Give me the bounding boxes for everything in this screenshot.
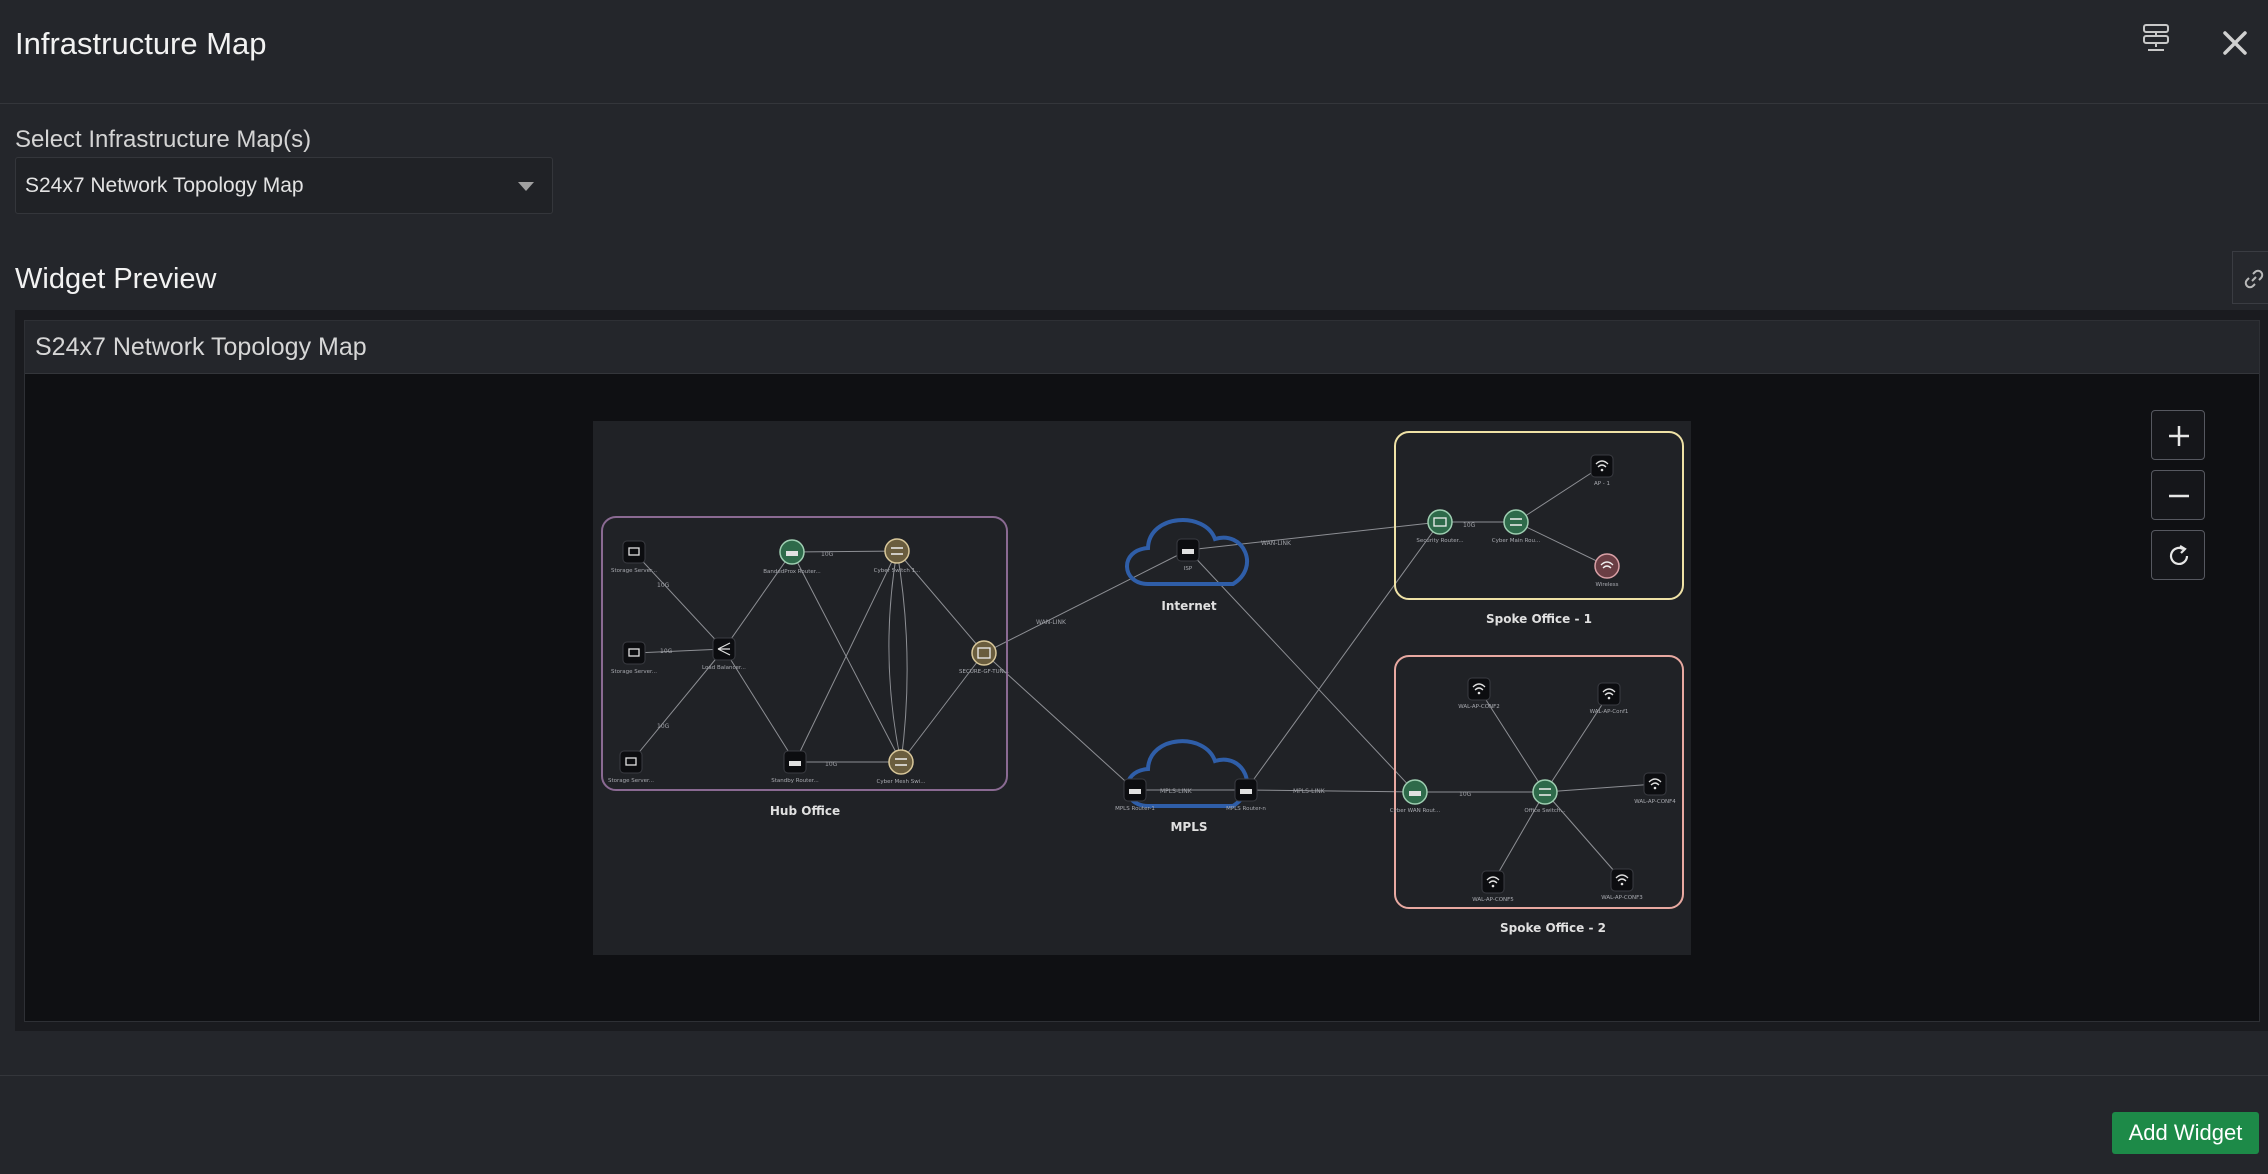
wireless-node[interactable] (1594, 553, 1620, 579)
wireless-ap-node[interactable] (1643, 772, 1667, 796)
wireless-ap-node[interactable] (1597, 682, 1621, 706)
link-label: 10G (657, 723, 670, 730)
node-label: ISP (1184, 566, 1193, 572)
minus-icon (2169, 494, 2189, 498)
node-label: WAL-AP-Conf1 (1590, 709, 1629, 715)
node-label: Load Balancer... (702, 665, 746, 671)
security-router-node[interactable] (1427, 509, 1453, 535)
wireless-ap-node[interactable] (1610, 868, 1634, 892)
map-select-value: S24x7 Network Topology Map (25, 174, 304, 197)
topology-map[interactable]: 10G 10G 10G 10G 10G WAN-LINK MPLS-LINK M… (593, 421, 1691, 955)
internet-label: Internet (1161, 599, 1216, 613)
mpls-router-node[interactable] (1123, 778, 1147, 802)
modal-header: Infrastructure Map (0, 0, 2268, 104)
widget-preview-title: Widget Preview (15, 263, 217, 295)
node-label: WAL-AP-CONF3 (1601, 895, 1643, 901)
close-icon[interactable] (2222, 30, 2248, 61)
storage-server-node[interactable] (622, 641, 646, 665)
firewall-node[interactable] (971, 640, 997, 666)
link-label: 10G (825, 761, 838, 768)
hub-office-label: Hub Office (770, 804, 840, 818)
node-label: Storage Server... (608, 778, 654, 784)
spine-switch-node[interactable] (888, 749, 914, 775)
core-switch-node[interactable] (884, 538, 910, 564)
layout-icon[interactable] (2141, 22, 2171, 59)
link-label: 10G (657, 582, 670, 589)
node-label: SECURE-GF-TUN... (959, 669, 1009, 675)
main-router-node[interactable] (779, 539, 805, 565)
link-button[interactable] (2232, 251, 2268, 304)
widget-title: S24x7 Network Topology Map (35, 333, 367, 361)
link-label: WAN-LINK (1261, 540, 1292, 547)
node-label: AP - 1 (1594, 481, 1610, 487)
node-label: MPLS Router-1 (1115, 806, 1155, 812)
node-label: BandedProx Router... (763, 569, 821, 575)
office-switch-node[interactable] (1532, 779, 1558, 805)
link-label: WAN-LINK (1036, 619, 1067, 626)
spoke-office-1-label: Spoke Office - 1 (1486, 612, 1592, 626)
node-label: MPLS Router-n (1226, 806, 1266, 812)
node-label: Cyber Mesh Swi... (877, 779, 926, 785)
wireless-ap-node[interactable] (1481, 870, 1505, 894)
node-label: WAL-AP-CONF5 (1472, 897, 1514, 903)
reset-view-button[interactable] (2151, 530, 2205, 580)
node-label: Security Router... (1416, 538, 1464, 544)
load-balancer-node[interactable] (712, 637, 736, 661)
node-label: Standby Router... (771, 778, 819, 784)
zoom-out-button[interactable] (2151, 470, 2205, 520)
node-label: Cyber Main Rou... (1492, 538, 1541, 544)
node-label: Office Switch... (1524, 808, 1565, 814)
wan-router-node[interactable] (1402, 779, 1428, 805)
mpls-label: MPLS (1170, 820, 1207, 834)
select-map-label: Select Infrastructure Map(s) (15, 126, 312, 153)
node-label: WAL-AP-CONF4 (1634, 799, 1676, 805)
access-point-node[interactable] (1590, 454, 1614, 478)
reset-icon (2169, 545, 2189, 565)
plus-icon (2169, 426, 2189, 446)
link-label: 10G (1463, 522, 1476, 529)
map-select-dropdown[interactable]: S24x7 Network Topology Map (15, 157, 553, 214)
link-label: MPLS-LINK (1293, 788, 1326, 795)
node-label: Cyber WAN Rout... (1390, 808, 1441, 814)
storage-server-node[interactable] (619, 750, 643, 774)
isp-router-node[interactable] (1176, 538, 1200, 562)
node-label: Cyber Switch 1... (874, 568, 921, 574)
node-label: Storage Server... (611, 568, 657, 574)
wireless-ap-node[interactable] (1467, 677, 1491, 701)
storage-server-node[interactable] (622, 540, 646, 564)
page-title: Infrastructure Map (15, 26, 267, 61)
standby-router-node[interactable] (783, 750, 807, 774)
add-widget-button[interactable]: Add Widget (2112, 1112, 2259, 1154)
zoom-in-button[interactable] (2151, 410, 2205, 460)
link-label: 10G (821, 551, 834, 558)
node-label: WAL-AP-CONF2 (1458, 704, 1500, 710)
cyber-main-switch-node[interactable] (1503, 509, 1529, 535)
link-label: 10G (660, 648, 673, 655)
chevron-down-icon (518, 182, 534, 191)
spoke-office-2-label: Spoke Office - 2 (1500, 921, 1606, 935)
link-label: MPLS-LINK (1160, 788, 1193, 795)
link-icon (2244, 269, 2264, 289)
widget-header: S24x7 Network Topology Map (25, 321, 2259, 374)
mpls-router-node[interactable] (1234, 778, 1258, 802)
footer-divider (0, 1075, 2268, 1076)
node-label: Wireless (1595, 582, 1618, 588)
node-label: Storage Server... (611, 669, 657, 675)
link-label: 10G (1459, 791, 1472, 798)
